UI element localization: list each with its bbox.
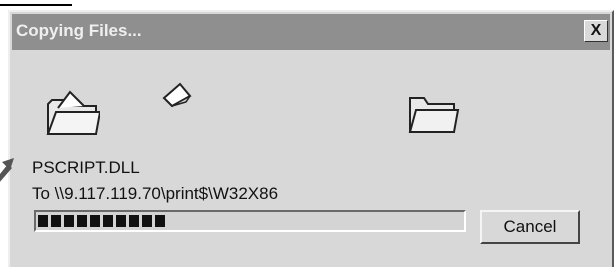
destination-path: To \\9.117.119.70\print$\W32X86 [32, 184, 279, 203]
folder-open-icon [46, 90, 100, 135]
copying-files-dialog: Copying Files... X PSCRIPT.DLL To \\9.11… [8, 10, 614, 267]
folder-icon [408, 97, 460, 133]
pointer-arrow-icon [0, 158, 14, 182]
progress-segment [90, 215, 100, 227]
progress-segment [38, 215, 48, 227]
document-icon [162, 82, 192, 108]
close-button[interactable]: X [584, 20, 608, 42]
progress-segment [116, 215, 126, 227]
dialog-title: Copying Files... [16, 21, 142, 40]
progress-segment [77, 215, 87, 227]
progress-segment [103, 215, 113, 227]
progress-segment [129, 215, 139, 227]
file-name: PSCRIPT.DLL [32, 158, 140, 177]
close-icon: X [590, 22, 602, 39]
title-bar[interactable]: Copying Files... X [12, 14, 610, 50]
cancel-button[interactable]: Cancel [480, 210, 580, 244]
progress-bar [34, 210, 466, 232]
cancel-label: Cancel [503, 217, 557, 236]
progress-fill [38, 215, 462, 227]
progress-segment [64, 215, 74, 227]
progress-segment [142, 215, 152, 227]
top-rule-line [0, 4, 72, 6]
progress-segment [155, 215, 165, 227]
progress-segment [51, 215, 61, 227]
